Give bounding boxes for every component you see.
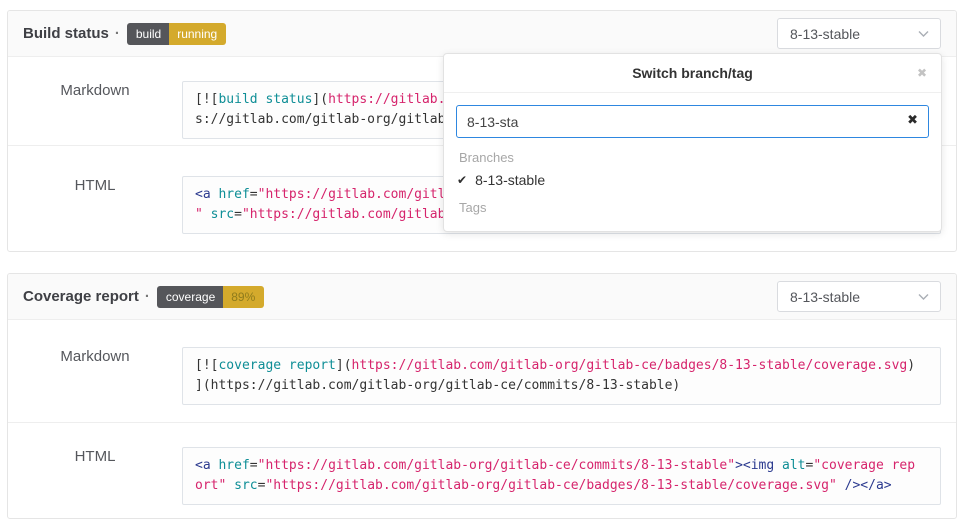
switch-branch-popup: Switch branch/tag ✖ ✖ Branches ✔ 8-13-st… — [443, 53, 942, 232]
html-code-snippet: <a href="https://gitlab.com/gitlab-org/g… — [182, 447, 941, 505]
close-icon[interactable]: ✖ — [917, 65, 927, 81]
popup-title: Switch branch/tag — [632, 65, 753, 81]
checkmark-icon: ✔ — [457, 173, 467, 187]
html-row: HTML <a href="https://gitlab.com/gitlab-… — [8, 422, 956, 518]
coverage-badge-image: coverage89% — [157, 286, 264, 308]
branch-search: ✖ — [444, 93, 941, 138]
branch-selector-build[interactable]: 8-13-stable — [777, 18, 941, 49]
branches-section-label: Branches — [459, 150, 926, 165]
markdown-row: Markdown [![coverage report](https://git… — [8, 320, 956, 422]
clear-search-icon[interactable]: ✖ — [907, 113, 918, 129]
branch-item-8-13-stable[interactable]: ✔ 8-13-stable — [457, 172, 926, 188]
badge-value: 89% — [223, 286, 264, 308]
markdown-label: Markdown — [8, 347, 182, 365]
markdown-label: Markdown — [8, 81, 182, 99]
coverage-report-panel: Coverage report · coverage89% 8-13-stabl… — [7, 273, 957, 519]
badge-label: coverage — [157, 286, 223, 308]
html-label: HTML — [8, 447, 182, 465]
branch-search-input[interactable] — [456, 105, 929, 138]
title-separator: · — [145, 288, 150, 305]
badge-label: build — [127, 23, 169, 45]
badge-value: running — [169, 23, 226, 45]
markdown-code-snippet: [![coverage report](https://gitlab.com/g… — [182, 347, 941, 405]
panel-title: Coverage report — [23, 288, 139, 305]
html-label: HTML — [8, 176, 182, 194]
branch-item-label: 8-13-stable — [475, 172, 545, 188]
branch-selector-value: 8-13-stable — [790, 289, 860, 305]
coverage-report-panel-header: Coverage report · coverage89% 8-13-stabl… — [8, 274, 956, 320]
popup-header: Switch branch/tag ✖ — [444, 54, 941, 93]
tags-section-label: Tags — [459, 200, 926, 215]
chevron-down-icon — [918, 293, 929, 301]
build-status-badge-image: buildrunning — [127, 23, 226, 45]
chevron-down-icon — [918, 30, 929, 38]
panel-title: Build status — [23, 25, 109, 42]
branch-selector-coverage[interactable]: 8-13-stable — [777, 281, 941, 312]
branch-selector-value: 8-13-stable — [790, 26, 860, 42]
badges-settings-page: Build status · buildrunning 8-13-stable … — [0, 0, 964, 523]
build-status-panel-header: Build status · buildrunning 8-13-stable — [8, 11, 956, 57]
title-separator: · — [115, 25, 120, 42]
